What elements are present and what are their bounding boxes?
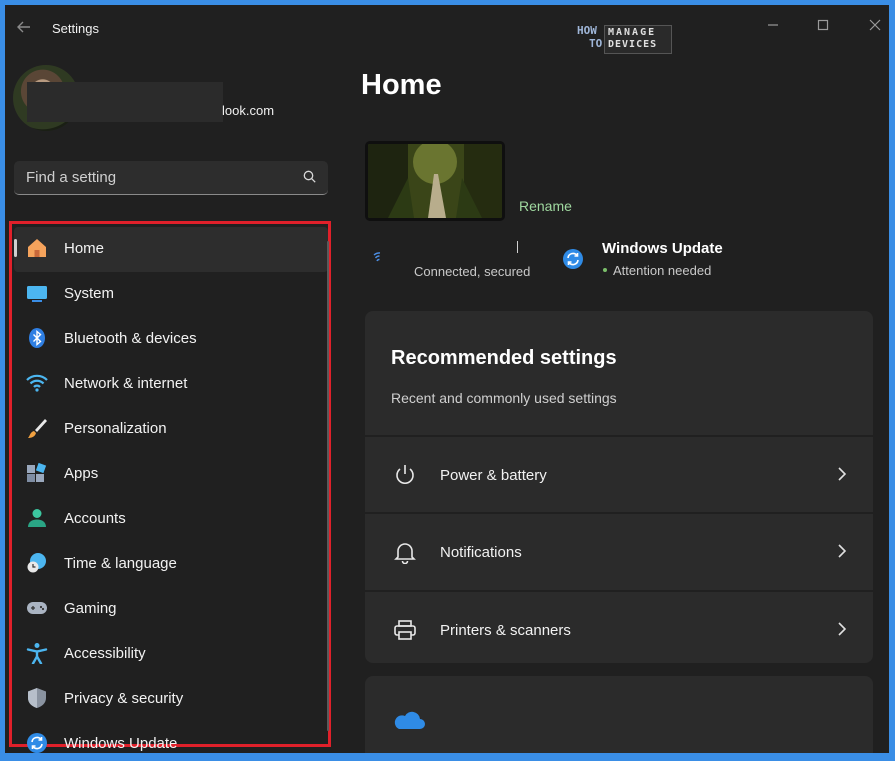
sidebar-item-bluetooth[interactable]: Bluetooth & devices [14,317,328,362]
desktop-wallpaper-thumbnail[interactable] [365,141,505,221]
sidebar-item-label: Network & internet [64,375,188,392]
how-to-manage-devices-logo: HOW TO MANAGE DEVICES [577,24,672,54]
onedrive-cloud-icon [391,708,425,730]
windows-update-status: Attention needed [613,263,712,278]
redacted-account-name [27,82,223,122]
sidebar-item-home[interactable]: Home [14,227,328,272]
logo-devices-text: DEVICES [608,39,658,50]
sidebar-item-gaming[interactable]: Gaming [14,587,328,632]
chevron-right-icon [835,542,849,560]
card-title: Recommended settings [391,347,617,369]
close-button[interactable] [855,15,889,39]
minimize-button[interactable] [753,15,793,39]
sidebar-item-apps[interactable]: Apps [14,452,328,497]
printer-icon [393,618,417,642]
chevron-right-icon [835,465,849,483]
back-arrow-icon[interactable] [15,18,35,38]
logo-brand-box: MANAGE DEVICES [604,25,672,54]
wifi-icon [26,372,48,394]
sidebar-scrollbar[interactable] [327,241,329,731]
sidebar-item-time-language[interactable]: Time & language [14,542,328,587]
sidebar-item-label: Personalization [64,420,167,437]
sidebar-item-privacy-security[interactable]: Privacy & security [14,677,328,722]
maximize-button[interactable] [803,15,843,39]
sidebar-item-system[interactable]: System [14,272,328,317]
sidebar-item-label: Apps [64,465,99,482]
recommended-row-printers[interactable]: Printers & scanners [365,590,873,663]
status-dot-icon [603,268,607,272]
logo-manage-text: MANAGE [608,27,657,38]
logo-to-text: TO [589,37,603,50]
redacted-network-name [517,241,518,253]
sidebar-item-windows-update[interactable]: Windows Update [14,722,328,753]
title-bar: Settings HOW TO MANAGE DEVICES [5,5,889,54]
sidebar-item-network[interactable]: Network & internet [14,362,328,407]
app-title: Settings [52,21,99,36]
windows-update-icon [562,248,584,270]
sidebar-item-personalization[interactable]: Personalization [14,407,328,452]
accounts-icon [26,507,48,529]
sidebar-item-label: System [64,285,115,302]
sidebar-item-label: Home [64,240,105,257]
sidebar-item-label: Windows Update [64,735,178,752]
sidebar-item-label: Accessibility [64,645,146,662]
settings-window: Settings HOW TO MANAGE DEVICES look.com [5,5,889,753]
account-email: look.com [222,103,275,118]
accessibility-icon [26,642,48,665]
recommended-row-power[interactable]: Power & battery [365,435,873,513]
sidebar-item-label: Bluetooth & devices [64,330,197,347]
page-title: Home [361,69,442,101]
recommended-settings-card: Recommended settings Recent and commonly… [365,311,873,663]
windows-update-title[interactable]: Windows Update [602,240,723,257]
sidebar-item-accounts[interactable]: Accounts [14,497,328,542]
search-box[interactable] [14,161,328,195]
bluetooth-icon [26,327,48,349]
sidebar-item-accessibility[interactable]: Accessibility [14,632,328,677]
time-language-icon [26,552,48,574]
sidebar-item-label: Privacy & security [64,690,184,707]
network-status: Connected, secured [414,264,531,279]
system-icon [26,282,48,304]
wifi-status-icon [372,250,386,264]
bell-icon [393,540,417,565]
row-label: Printers & scanners [440,622,571,639]
sidebar-item-label: Time & language [64,555,177,572]
shield-icon [26,687,48,709]
rename-link[interactable]: Rename [519,198,572,214]
row-label: Notifications [440,544,522,561]
home-icon [26,237,48,259]
recommended-row-notifications[interactable]: Notifications [365,512,873,590]
gamepad-icon [26,597,48,619]
brush-icon [26,417,48,439]
chevron-right-icon [835,620,849,638]
search-input[interactable] [14,161,294,193]
onedrive-card [365,676,873,753]
sidebar-item-label: Accounts [64,510,126,527]
active-indicator [14,239,17,257]
row-label: Power & battery [440,467,547,484]
search-icon[interactable] [302,169,318,185]
power-icon [393,463,417,487]
sidebar-nav: Home System Bluetooth & devices Network … [14,227,328,753]
update-icon [26,732,48,753]
sidebar-item-label: Gaming [64,600,117,617]
card-subtitle: Recent and commonly used settings [391,390,617,406]
apps-icon [26,462,48,484]
logo-how-text: HOW [577,24,597,37]
